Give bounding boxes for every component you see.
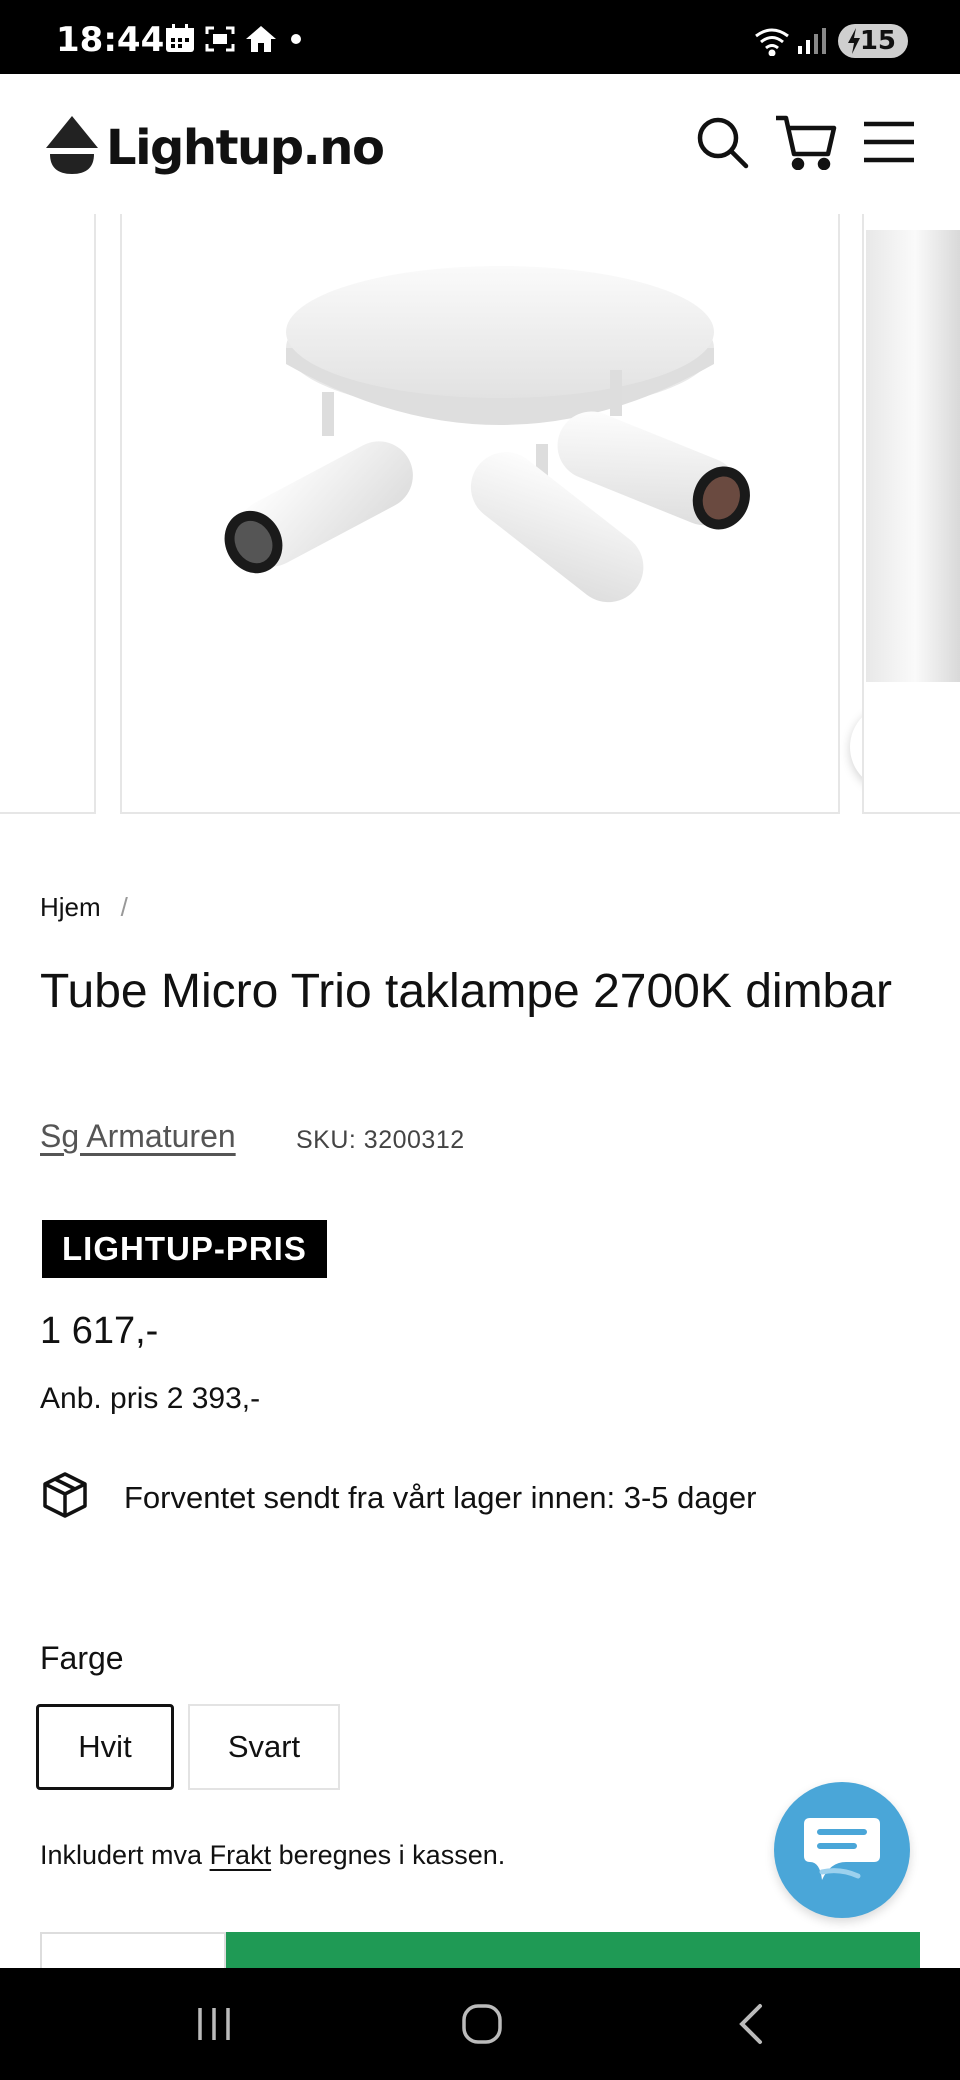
site-header: Lightup.no bbox=[0, 74, 960, 214]
site-logo[interactable]: Lightup.no bbox=[42, 114, 385, 181]
calendar-icon bbox=[164, 24, 196, 59]
tax-note: Inkludert mva Frakt beregnes i kassen. bbox=[40, 1840, 505, 1871]
option-label: Farge bbox=[40, 1640, 124, 1676]
vendor-link[interactable]: Sg Armaturen bbox=[40, 1118, 236, 1155]
signal-icon bbox=[796, 26, 828, 61]
next-image-thumb bbox=[866, 230, 960, 682]
shipping-text: Forventet sendt fra vårt lager innen: 3-… bbox=[124, 1479, 757, 1515]
gallery-slide-prev[interactable] bbox=[0, 214, 96, 814]
chat-bubble-icon bbox=[800, 1810, 884, 1891]
battery-level: 15 bbox=[859, 26, 896, 56]
status-time: 18:44 bbox=[56, 20, 165, 60]
status-icons bbox=[164, 24, 306, 59]
option-svart[interactable]: Svart bbox=[188, 1704, 340, 1790]
price-badge: LIGHTUP-PRIS bbox=[42, 1220, 327, 1278]
back-icon[interactable] bbox=[720, 1992, 784, 2056]
product-gallery[interactable] bbox=[0, 214, 960, 814]
shipping-link[interactable]: Frakt bbox=[210, 1840, 272, 1870]
dot-icon bbox=[286, 24, 306, 59]
logo-text: Lightup.no bbox=[106, 119, 385, 176]
menu-icon[interactable] bbox=[862, 114, 916, 170]
screenshot-icon bbox=[204, 24, 236, 59]
chat-button[interactable] bbox=[774, 1782, 910, 1918]
status-bar: 18:44 15 bbox=[0, 0, 960, 74]
product-price: 1 617,- bbox=[40, 1310, 159, 1352]
home-icon bbox=[244, 24, 278, 59]
shipping-info: Forventet sendt fra vårt lager innen: 3-… bbox=[40, 1470, 756, 1525]
tax-note-prefix: Inkludert mva bbox=[40, 1840, 210, 1870]
breadcrumb-home-link[interactable]: Hjem bbox=[40, 892, 101, 922]
cart-icon[interactable] bbox=[774, 114, 838, 171]
product-image bbox=[224, 266, 750, 603]
breadcrumb-separator: / bbox=[120, 892, 128, 922]
product-title: Tube Micro Trio taklampe 2700K dimbar bbox=[40, 965, 892, 1018]
logo-lamp-icon bbox=[42, 114, 102, 181]
home-button-icon[interactable] bbox=[450, 1992, 514, 2056]
compare-price: Anb. pris 2 393,- bbox=[40, 1382, 261, 1415]
option-hvit[interactable]: Hvit bbox=[36, 1704, 174, 1790]
search-icon[interactable] bbox=[694, 114, 750, 170]
system-nav-bar bbox=[0, 1968, 960, 2080]
package-icon bbox=[40, 1470, 90, 1525]
gallery-slide-current[interactable] bbox=[120, 214, 936, 814]
tax-note-suffix: beregnes i kassen. bbox=[271, 1840, 506, 1870]
breadcrumb: Hjem / bbox=[40, 892, 128, 923]
wifi-icon bbox=[754, 26, 790, 61]
battery-charging-icon: 15 bbox=[838, 24, 908, 58]
product-sku: SKU: 3200312 bbox=[296, 1126, 465, 1154]
recent-apps-icon[interactable] bbox=[182, 1992, 246, 2056]
gallery-slide-next[interactable] bbox=[862, 214, 960, 814]
page: 18:44 15 Lightup.no Hjem / Tube Micro Tr… bbox=[0, 0, 960, 2080]
